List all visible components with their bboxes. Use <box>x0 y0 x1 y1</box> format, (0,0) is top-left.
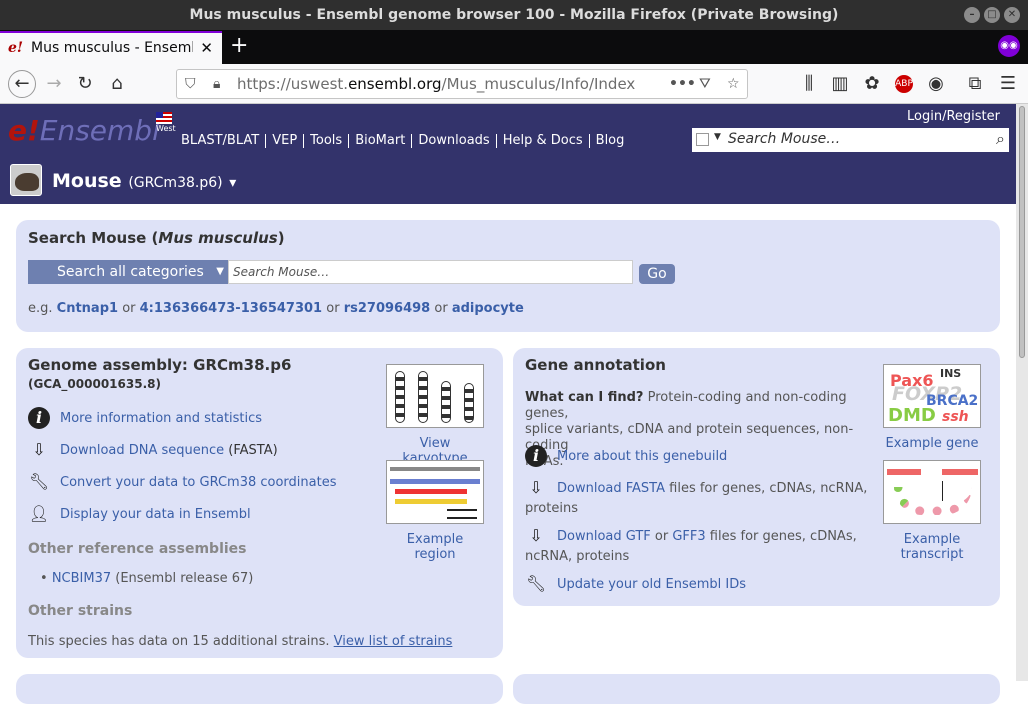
example-region-thumbnail[interactable] <box>386 460 484 524</box>
info-icon: i <box>28 407 50 429</box>
ensembl-favicon-icon: e! <box>8 40 24 56</box>
gene-annotation-title: Gene annotation <box>525 356 666 374</box>
chevron-down-icon[interactable]: ▼ <box>714 132 721 142</box>
header-search[interactable]: ▼ Search Mouse… ⌕ <box>692 128 1009 152</box>
sidebar-icon[interactable]: ▥ <box>828 72 852 96</box>
lower-panel-left <box>16 674 503 704</box>
example-link-region[interactable]: 4:136366473-136547301 <box>140 301 322 316</box>
nav-blast[interactable]: BLAST/BLAT <box>175 134 265 148</box>
genome-assembly-title: Genome assembly: GRCm38.p6 <box>28 356 292 374</box>
navigation-toolbar: ← → ↻ ⌂ ⛉ 🔒︎ https://uswest.ensembl.org/… <box>0 64 1028 104</box>
download-icon: ⇩ <box>32 440 46 459</box>
bookmark-star-icon[interactable]: ☆ <box>727 76 740 92</box>
chevron-down-icon: ▼ <box>216 266 224 277</box>
other-ref-heading: Other reference assemblies <box>28 541 247 557</box>
search-examples: e.g. Cntnap1 or 4:136366473-136547301 or… <box>28 301 524 316</box>
ensembl-header: e!Ensembl West Login/Register BLAST/BLAT… <box>0 104 1016 204</box>
example-link-cntnap1[interactable]: Cntnap1 <box>57 301 118 316</box>
species-title[interactable]: Mouse (GRCm38.p6) ▾ <box>52 170 236 192</box>
tab-ensembl[interactable]: e! Mus musculus - Ensembl ✕ <box>0 31 222 64</box>
close-window-button[interactable]: ✕ <box>1004 7 1020 23</box>
tab-strip: e! Mus musculus - Ensembl ✕ + ◉◉ <box>0 30 1028 64</box>
nav-biomart[interactable]: BioMart <box>348 134 411 148</box>
go-button[interactable]: Go <box>639 264 675 284</box>
new-tab-button[interactable]: + <box>230 31 248 61</box>
account-icon[interactable]: ◉ <box>924 72 948 96</box>
nav-vep[interactable]: VEP <box>265 134 303 148</box>
assembly-accession: (GCA_000001635.8) <box>28 377 161 391</box>
info-icon: i <box>525 445 547 467</box>
wrench-icon: 🔧︎ <box>28 472 50 491</box>
search-species-checkbox[interactable] <box>696 133 709 146</box>
example-transcript-thumbnail[interactable] <box>883 460 981 524</box>
search-panel-title: Search Mouse (Mus musculus) <box>28 229 285 247</box>
wrench-icon: 🔧︎ <box>525 574 547 593</box>
nav-blog[interactable]: Blog <box>588 134 631 148</box>
download-icon: ⇩ <box>529 478 543 497</box>
private-browsing-icon: ◉◉ <box>998 35 1020 57</box>
view-strains-link[interactable]: View list of strains <box>334 634 453 649</box>
ncbim37-item: • NCBIM37 (Ensembl release 67) <box>40 571 254 586</box>
adblock-icon[interactable]: ABP <box>895 75 913 93</box>
us-flag-icon <box>156 112 172 124</box>
gene-annotation-panel: Gene annotation What can I find? Protein… <box>513 348 1000 606</box>
genome-assembly-panel: Genome assembly: GRCm38.p6 (GCA_00000163… <box>16 348 503 658</box>
url-text[interactable]: https://uswest.ensembl.org/Mus_musculus/… <box>237 70 635 98</box>
strains-text: This species has data on 15 additional s… <box>28 634 453 649</box>
home-button[interactable]: ⌂ <box>105 72 129 96</box>
tab-label: Mus musculus - Ensembl <box>31 40 193 56</box>
ncbim37-link[interactable]: NCBIM37 <box>52 571 111 586</box>
example-gene-link[interactable]: Example gene <box>883 436 981 451</box>
species-search-input[interactable]: Search Mouse… <box>228 260 633 284</box>
example-link-adipocyte[interactable]: adipocyte <box>452 301 524 316</box>
nav-tools[interactable]: Tools <box>303 134 348 148</box>
download-fasta-row: ⇩ Download FASTA files for genes, cDNAs,… <box>525 478 868 516</box>
close-tab-icon[interactable]: ✕ <box>200 33 213 63</box>
download-icon: ⇩ <box>529 526 543 545</box>
menu-icon[interactable]: ☰ <box>996 72 1020 96</box>
example-gene-thumbnail[interactable]: Pax6 INS FOXP2 BRCA2 DMD ssh <box>883 364 981 428</box>
lower-panel-right <box>513 674 1000 704</box>
tracking-shield-icon[interactable]: ⛉ <box>185 76 196 92</box>
ensembl-logo[interactable]: e!Ensembl <box>8 114 160 147</box>
download-gtf-row: ⇩ Download GTF or GFF3 files for genes, … <box>525 526 857 564</box>
paw-extension-icon[interactable]: ✿ <box>860 72 884 96</box>
login-register-link[interactable]: Login/Register <box>907 109 1000 124</box>
search-panel: Search Mouse (Mus musculus) Search all c… <box>16 220 1000 332</box>
user-data-icon: 👤︎ <box>28 504 50 523</box>
forward-button[interactable]: → <box>42 72 66 96</box>
example-link-variant[interactable]: rs27096498 <box>344 301 431 316</box>
region-label: West <box>156 124 176 133</box>
address-bar[interactable]: ⛉ 🔒︎ https://uswest.ensembl.org/Mus_musc… <box>176 69 748 99</box>
main-content: Search Mouse (Mus musculus) Search all c… <box>0 204 1016 704</box>
minimize-button[interactable]: – <box>964 7 980 23</box>
page-actions-icon[interactable]: ••• <box>669 76 696 92</box>
reload-button[interactable]: ↻ <box>73 72 97 96</box>
nav-help-docs[interactable]: Help & Docs <box>495 134 589 148</box>
category-select[interactable]: Search all categories ▼ <box>28 260 228 284</box>
library-icon[interactable]: ⫼ <box>797 72 821 96</box>
top-nav: BLAST/BLAT VEP Tools BioMart Downloads H… <box>175 134 630 148</box>
maximize-button[interactable]: □ <box>984 7 1000 23</box>
example-region-link[interactable]: Example region <box>386 532 484 562</box>
karyotype-thumbnail[interactable] <box>386 364 484 428</box>
example-transcript-link[interactable]: Example transcript <box>873 532 991 562</box>
pocket-icon[interactable]: ⛛ <box>699 76 711 92</box>
other-strains-heading: Other strains <box>28 603 133 619</box>
scrollbar-thumb[interactable] <box>1019 106 1025 358</box>
back-button[interactable]: ← <box>8 70 36 98</box>
window-title: Mus musculus - Ensembl genome browser 10… <box>0 0 1028 30</box>
page-scrollbar[interactable] <box>1016 104 1028 681</box>
extensions-icon[interactable]: ⧉ <box>963 72 987 96</box>
header-search-input[interactable]: Search Mouse… <box>728 131 840 147</box>
mouse-species-image <box>10 164 42 196</box>
nav-downloads[interactable]: Downloads <box>411 134 495 148</box>
search-icon[interactable]: ⌕ <box>996 129 1005 149</box>
lock-icon[interactable]: 🔒︎ <box>213 76 220 92</box>
